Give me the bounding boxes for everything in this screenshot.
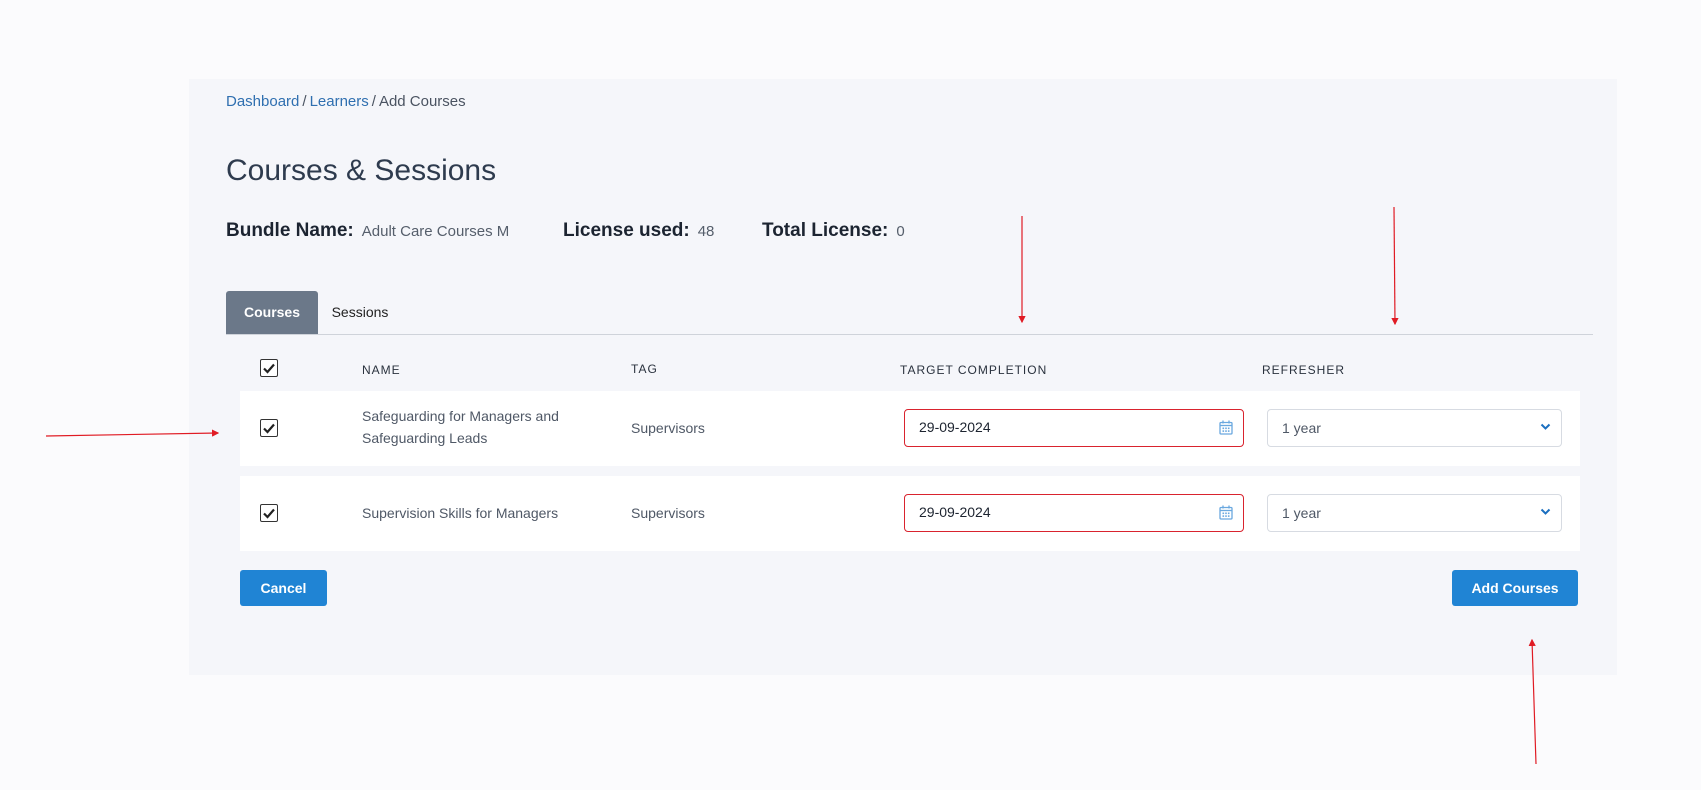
refresher-select[interactable]: 1 year xyxy=(1267,494,1562,532)
breadcrumb: Dashboard / Learners / Add Courses xyxy=(226,93,466,110)
course-name-line: Safeguarding Leads xyxy=(362,430,488,446)
column-header-name: NAME xyxy=(362,363,401,377)
refresher-value: 1 year xyxy=(1282,420,1321,436)
chevron-down-icon xyxy=(1540,508,1551,515)
chevron-down-icon xyxy=(1540,423,1551,430)
target-completion-input[interactable] xyxy=(919,504,1199,520)
page-title: Courses & Sessions xyxy=(226,154,497,187)
main-panel: Dashboard / Learners / Add Courses Courses &… xyxy=(189,79,1617,675)
checkmark-icon xyxy=(263,363,275,374)
add-courses-button[interactable]: Add Courses xyxy=(1452,570,1578,606)
total-license-value: 0 xyxy=(896,223,905,240)
license-used-value: 48 xyxy=(697,223,715,240)
course-tag: Supervisors xyxy=(631,505,705,521)
calendar-icon[interactable] xyxy=(1219,505,1233,520)
bundle-name-group: Bundle Name: Adult Care Courses M xyxy=(226,220,563,242)
checkmark-icon xyxy=(263,423,275,434)
target-completion-input[interactable] xyxy=(919,419,1199,435)
checkmark-icon xyxy=(263,508,275,519)
table-row: Safeguarding for Managers and Safeguardi… xyxy=(240,391,1580,466)
tab-bar: Courses Sessions xyxy=(226,291,1593,335)
row-checkbox[interactable] xyxy=(260,419,278,437)
refresher-select[interactable]: 1 year xyxy=(1267,409,1562,447)
breadcrumb-learners[interactable]: Learners xyxy=(310,93,369,110)
target-completion-field[interactable] xyxy=(904,409,1244,447)
license-used-label: License used: xyxy=(563,220,690,241)
breadcrumb-separator: / xyxy=(302,93,307,110)
tab-courses[interactable]: Courses xyxy=(226,291,318,334)
course-name: Supervision Skills for Managers xyxy=(362,505,559,521)
course-tag: Supervisors xyxy=(631,420,705,436)
total-license-group: Total License: 0 xyxy=(762,220,905,242)
refresher-value: 1 year xyxy=(1282,505,1321,521)
breadcrumb-dashboard[interactable]: Dashboard xyxy=(226,93,299,110)
breadcrumb-current: Add Courses xyxy=(378,93,466,110)
target-completion-field[interactable] xyxy=(904,494,1244,532)
column-header-refresher: REFRESHER xyxy=(1262,363,1346,377)
course-name: Safeguarding for Managers and Safeguardi… xyxy=(362,405,559,449)
bundle-name-value: Adult Care Courses M xyxy=(361,223,510,240)
total-license-label: Total License: xyxy=(762,220,889,241)
bundle-name-label: Bundle Name: xyxy=(226,220,354,241)
bundle-meta: Bundle Name: Adult Care Courses M Licens… xyxy=(226,220,905,242)
column-header-tag: TAG xyxy=(631,362,658,376)
table-row: Supervision Skills for Managers Supervis… xyxy=(240,476,1580,551)
cancel-button[interactable]: Cancel xyxy=(240,570,327,606)
calendar-icon[interactable] xyxy=(1219,420,1233,435)
license-used-group: License used: 48 xyxy=(563,220,762,242)
course-name-line: Safeguarding for Managers and xyxy=(362,408,559,424)
tab-sessions[interactable]: Sessions xyxy=(326,291,394,334)
breadcrumb-separator: / xyxy=(371,93,376,110)
row-checkbox[interactable] xyxy=(260,504,278,522)
select-all-checkbox[interactable] xyxy=(260,359,278,377)
column-header-target-completion: TARGET COMPLETION xyxy=(900,363,1048,377)
